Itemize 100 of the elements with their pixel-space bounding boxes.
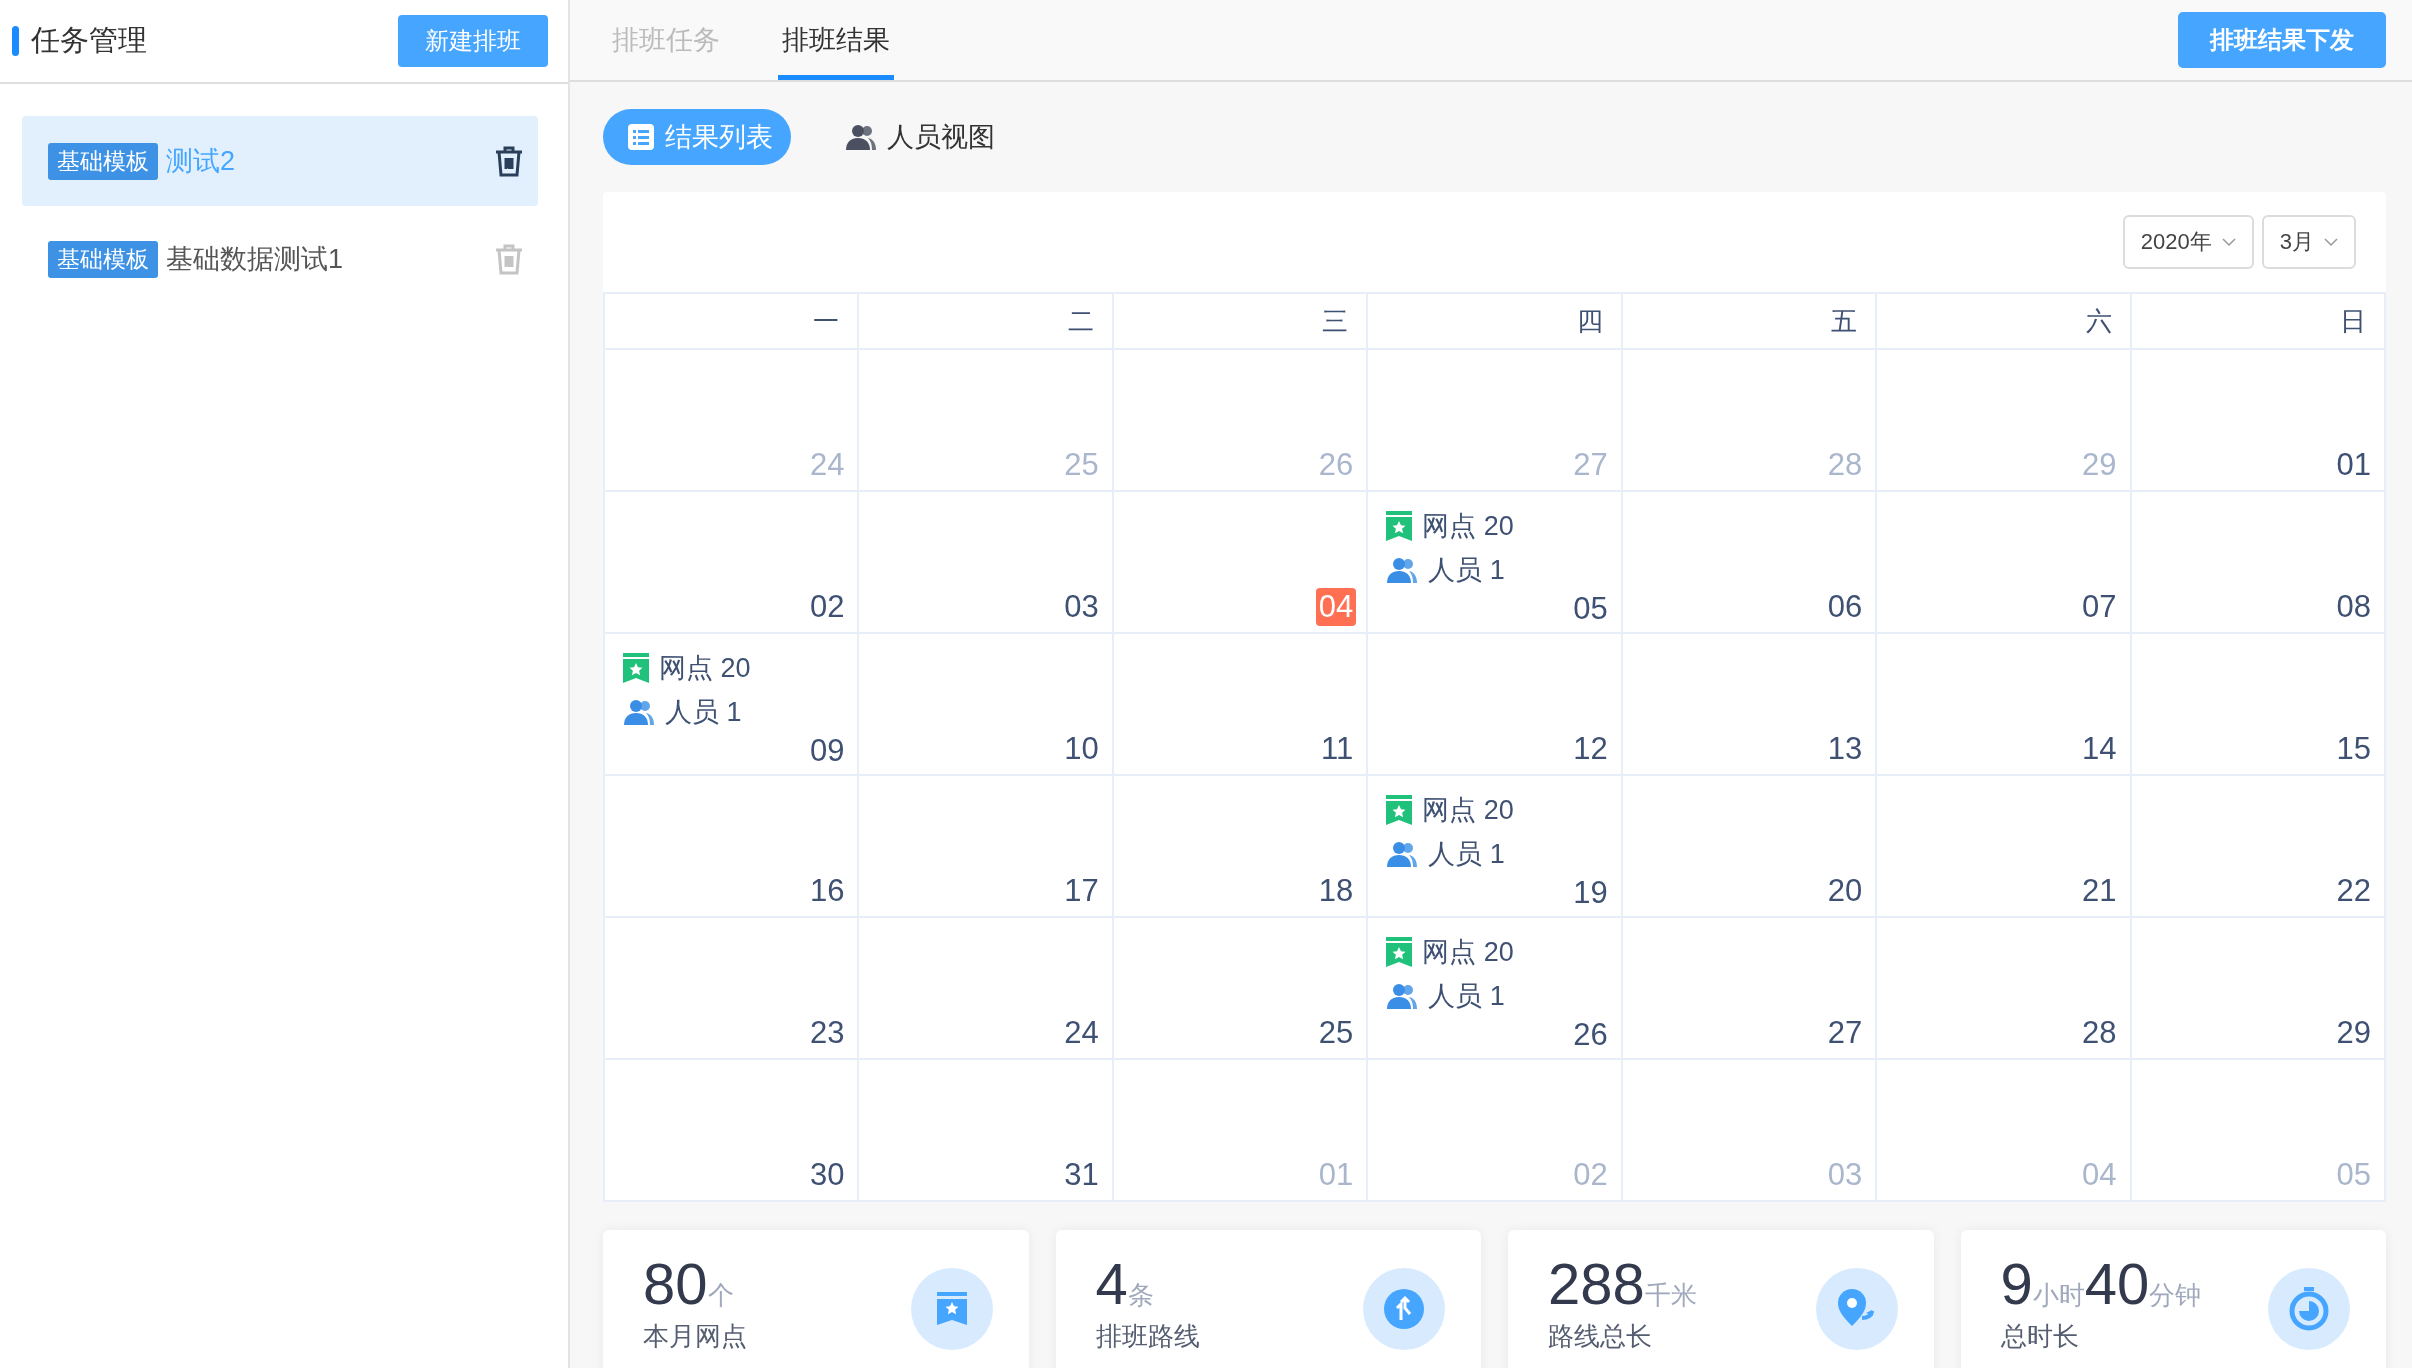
day-number: 24: [1063, 1014, 1100, 1052]
calendar-day[interactable]: 网点 20 人员 1 09: [605, 634, 860, 776]
calendar-day[interactable]: 02: [605, 492, 860, 634]
day-number: 03: [1063, 588, 1100, 626]
day-number: 17: [1063, 872, 1100, 910]
calendar-day[interactable]: 27: [1622, 918, 1878, 1060]
calendar-day[interactable]: 21: [1877, 776, 2132, 918]
calendar-day[interactable]: 12: [1368, 634, 1623, 776]
day-number: 03: [1826, 1156, 1864, 1194]
day-number: 27: [1826, 1014, 1864, 1052]
trash-icon[interactable]: [494, 145, 524, 177]
year-select[interactable]: 2020年: [2122, 215, 2254, 269]
calendar-day[interactable]: 31: [859, 1060, 1114, 1202]
people-icon: [623, 698, 655, 726]
stat-value: 4条: [1095, 1250, 1155, 1317]
site-count: 网点 20: [1386, 506, 1611, 546]
staff-count: 人员 1: [623, 692, 848, 732]
staff-count: 人员 1: [1386, 976, 1611, 1016]
calendar-day[interactable]: 网点 20 人员 1 26: [1368, 918, 1623, 1060]
calendar-day[interactable]: 25: [1113, 918, 1369, 1060]
day-number: 12: [1572, 730, 1609, 768]
weekday-header: 六: [1877, 294, 2132, 350]
calendar-day[interactable]: 11: [1113, 634, 1369, 776]
people-icon: [1386, 556, 1419, 584]
day-number: 15: [2335, 730, 2372, 768]
calendar-day[interactable]: 18: [1113, 776, 1369, 918]
weekday-header: 日: [2131, 294, 2386, 350]
calendar-day[interactable]: 01: [2131, 350, 2386, 492]
calendar-day[interactable]: 29: [2131, 918, 2386, 1060]
panel-title: 任务管理: [31, 23, 147, 58]
tab[interactable]: 排班结果: [778, 5, 894, 80]
day-number: 25: [1063, 446, 1100, 484]
day-number: 11: [1320, 730, 1355, 768]
people-icon: [1386, 982, 1419, 1010]
task-name: 测试2: [166, 145, 237, 178]
day-number: 26: [1317, 446, 1355, 484]
calendar-day[interactable]: 07: [1877, 492, 2132, 634]
day-number: 28: [1826, 446, 1864, 484]
day-number: 16: [808, 872, 846, 910]
day-number: 23: [808, 1014, 846, 1052]
calendar-day[interactable]: 16: [605, 776, 860, 918]
calendar-day[interactable]: 24: [859, 918, 1114, 1060]
map-pin-icon: [1837, 1289, 1874, 1326]
day-number: 06: [1826, 588, 1864, 626]
day-number: 05: [2335, 1156, 2372, 1194]
calendar-day[interactable]: 网点 20 人员 1 19: [1368, 776, 1623, 918]
stopwatch-icon: [2289, 1287, 2329, 1331]
day-number: 04: [2081, 1156, 2118, 1194]
day-number: 29: [2081, 446, 2118, 484]
day-number: 13: [1826, 730, 1864, 768]
calendar-day[interactable]: 06: [1622, 492, 1878, 634]
calendar-day[interactable]: 20: [1622, 776, 1878, 918]
bookmark-star-icon: [936, 1292, 967, 1325]
calendar-day[interactable]: 23: [605, 918, 860, 1060]
day-number: 25: [1317, 1014, 1355, 1052]
day-number: 05: [1572, 590, 1609, 628]
calendar-day[interactable]: 22: [2131, 776, 2386, 918]
task-name: 基础数据测试1: [166, 243, 345, 276]
calendar-day[interactable]: 03: [859, 492, 1114, 634]
day-number: 21: [2081, 872, 2118, 910]
people-icon: [845, 123, 877, 151]
list-icon: [627, 123, 655, 151]
month-select[interactable]: 3月: [2261, 215, 2356, 269]
bookmark-star-icon: [1386, 937, 1413, 967]
day-number: 04: [1315, 588, 1357, 626]
template-tag: 基础模板: [48, 142, 158, 180]
calendar-day[interactable]: 15: [2131, 634, 2386, 776]
calendar-day[interactable]: 网点 20 人员 1 05: [1368, 492, 1623, 634]
day-number: 01: [1317, 1156, 1355, 1194]
day-number: 27: [1572, 446, 1609, 484]
day-number: 08: [2335, 588, 2372, 626]
day-number: 09: [808, 732, 846, 770]
day-number: 22: [2335, 872, 2372, 910]
view-toggle[interactable]: 人员视图: [821, 109, 1013, 165]
bookmark-star-icon: [1386, 511, 1413, 541]
stat-label: 总时长: [2000, 1320, 2080, 1353]
task-list-item[interactable]: 基础模板 基础数据测试1: [22, 214, 538, 304]
calendar-day[interactable]: 13: [1622, 634, 1878, 776]
calendar-day[interactable]: 30: [605, 1060, 860, 1202]
weekday-header: 五: [1622, 294, 1878, 350]
route-sign-icon: [1384, 1289, 1424, 1329]
calendar-day[interactable]: 14: [1877, 634, 2132, 776]
day-number: 10: [1063, 730, 1100, 768]
site-count: 网点 20: [623, 648, 848, 688]
site-count: 网点 20: [1386, 790, 1611, 830]
stat-value: 288千米: [1548, 1250, 1697, 1317]
calendar-day[interactable]: 08: [2131, 492, 2386, 634]
accent-bar: [12, 26, 19, 56]
weekday-header: 四: [1368, 294, 1623, 350]
calendar-day[interactable]: 10: [859, 634, 1114, 776]
calendar-day[interactable]: 28: [1877, 918, 2132, 1060]
day-number: 30: [808, 1156, 846, 1194]
weekday-header: 三: [1113, 294, 1369, 350]
calendar-day[interactable]: 17: [859, 776, 1114, 918]
day-number: 01: [2335, 446, 2372, 484]
stat-value: 9小时40分钟: [2000, 1250, 2202, 1317]
stat-label: 路线总长: [1548, 1320, 1653, 1353]
day-number: 29: [2335, 1014, 2372, 1052]
day-number: 28: [2081, 1014, 2118, 1052]
bookmark-star-icon: [623, 653, 649, 683]
